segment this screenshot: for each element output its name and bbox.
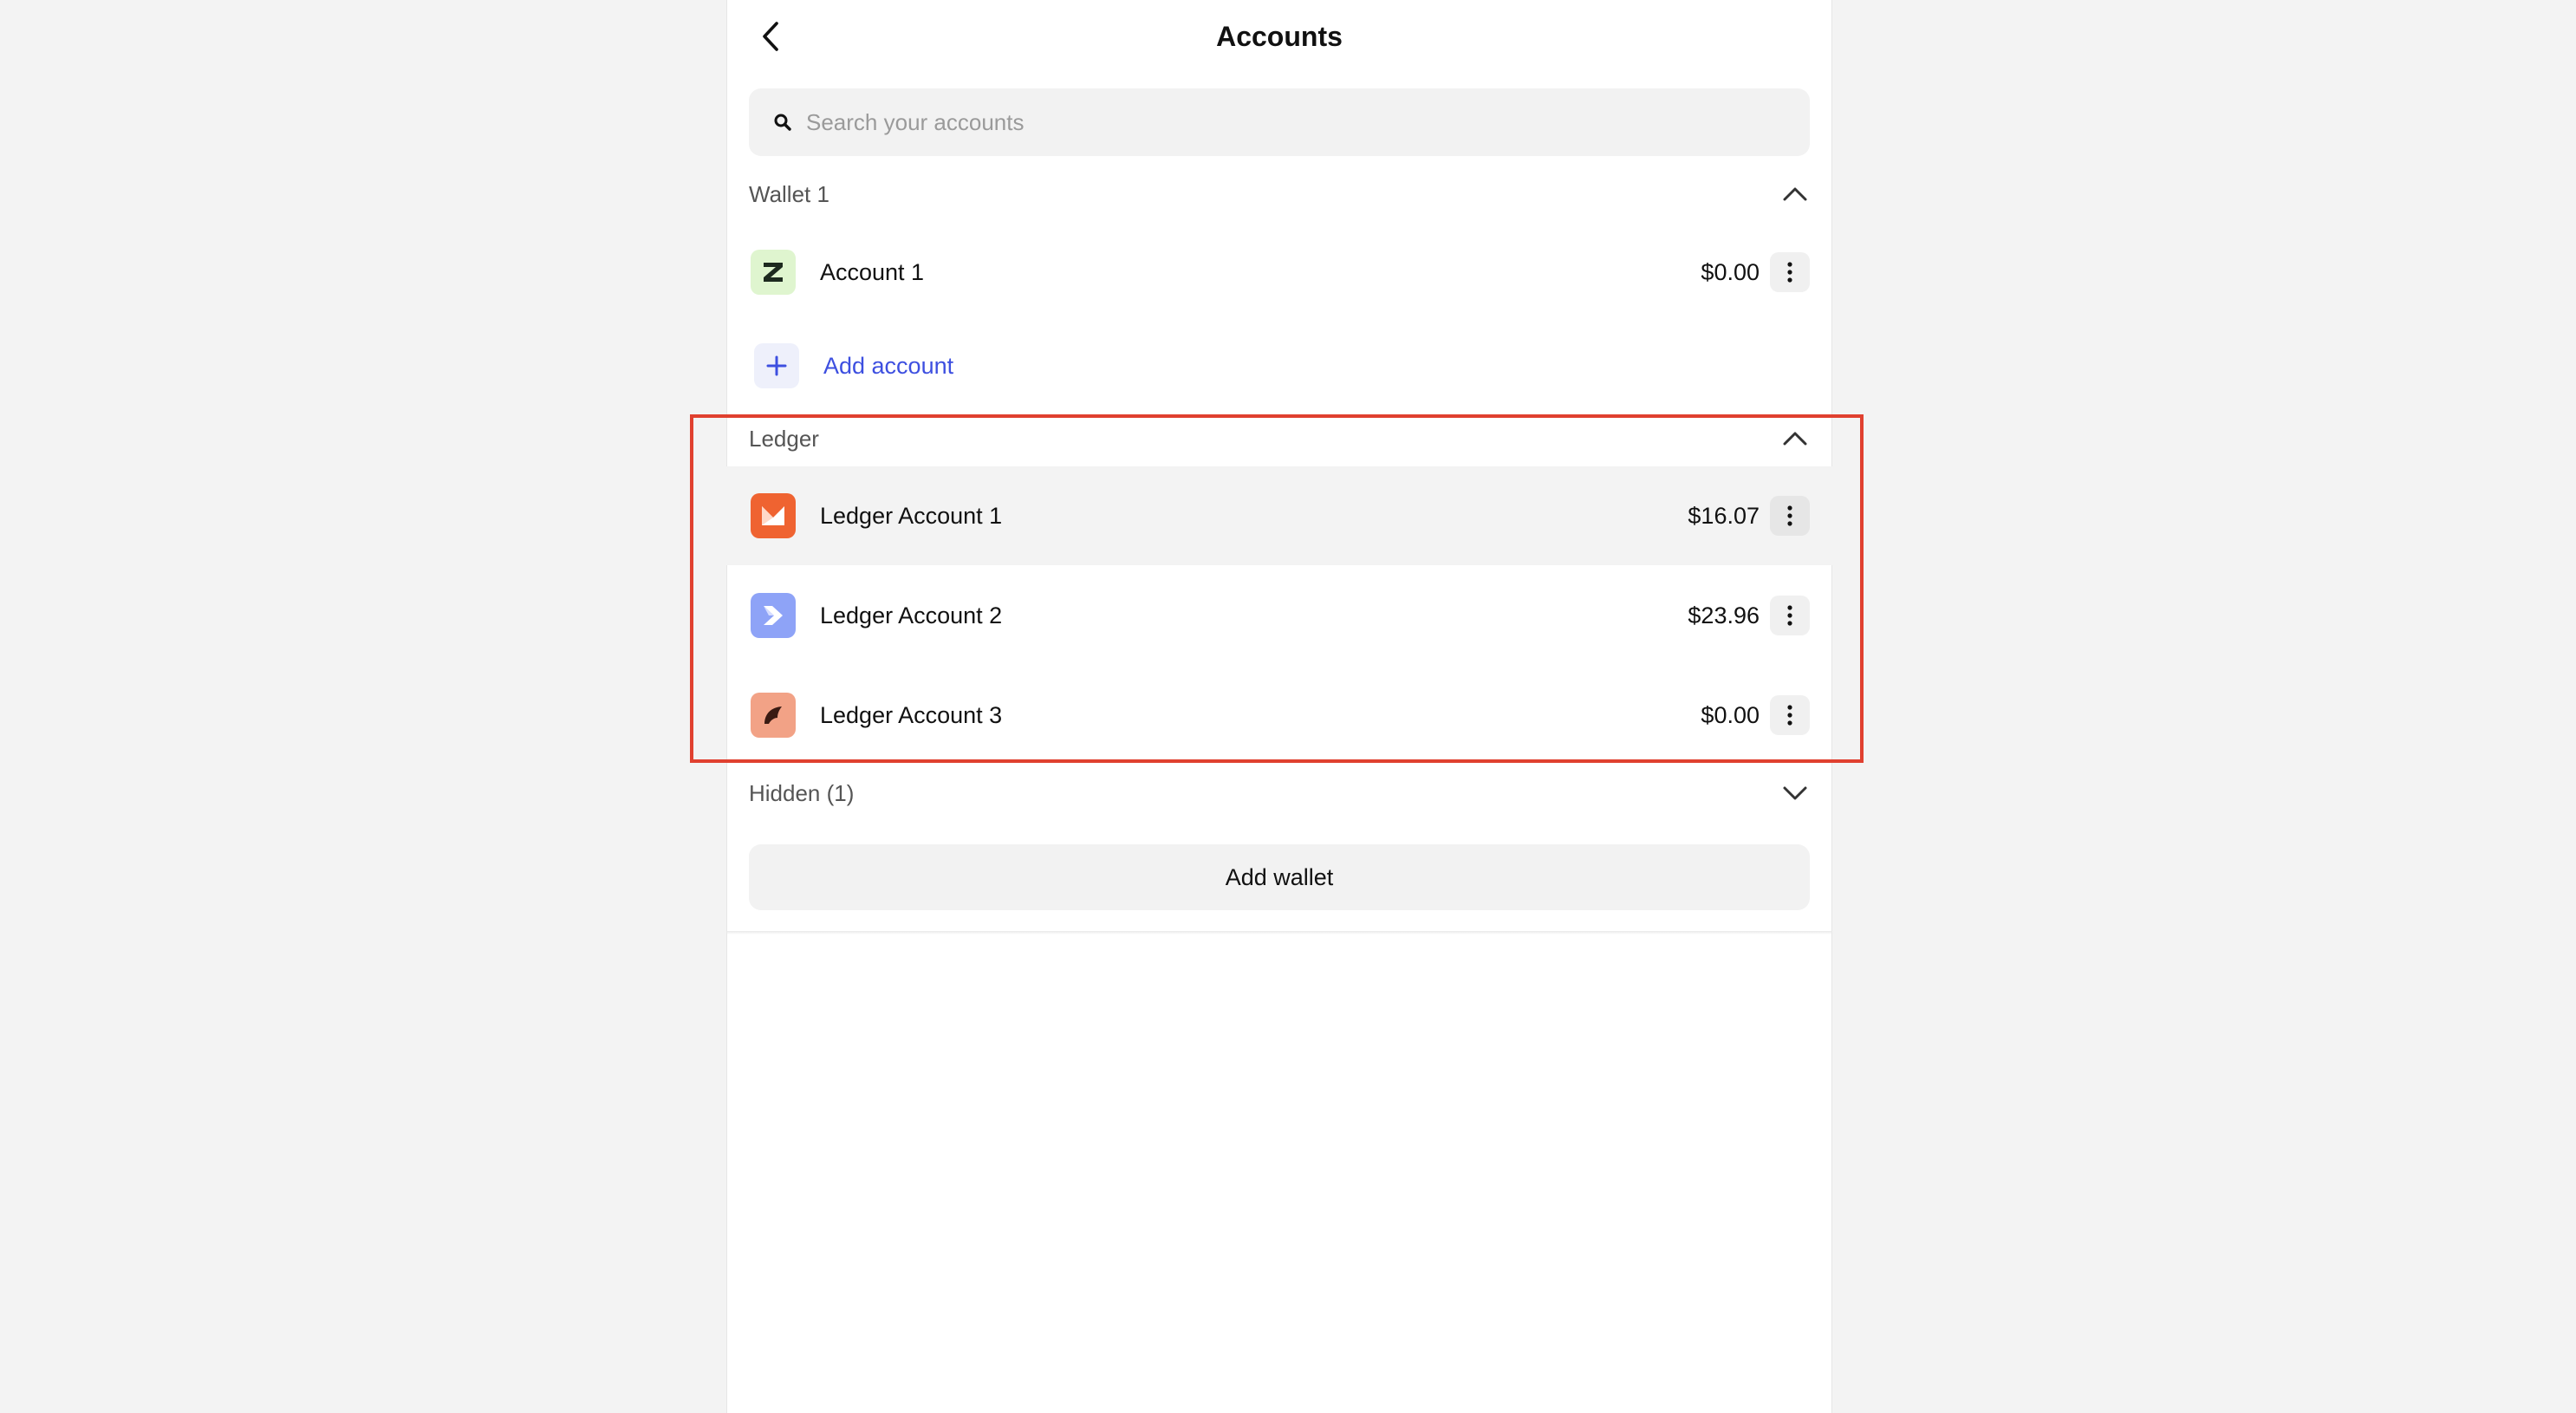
account-balance: $0.00 bbox=[1701, 258, 1760, 285]
kebab-menu-icon bbox=[1787, 505, 1792, 526]
chevron-down-icon[interactable] bbox=[1780, 778, 1810, 808]
search-input[interactable] bbox=[806, 108, 1760, 136]
account-row-ledger-account-1[interactable]: Ledger Account 1 $16.07 bbox=[726, 466, 1832, 565]
orange-m-logo-icon bbox=[751, 493, 796, 538]
section-header-wallet-1[interactable]: Wallet 1 bbox=[749, 173, 1810, 215]
green-z-logo-icon bbox=[751, 250, 796, 295]
more-options-button[interactable] bbox=[1770, 596, 1810, 635]
kebab-menu-icon bbox=[1787, 605, 1792, 626]
section-title: Wallet 1 bbox=[749, 180, 829, 207]
account-balance: $0.00 bbox=[1701, 701, 1760, 728]
more-options-button[interactable] bbox=[1770, 496, 1810, 536]
account-name: Account 1 bbox=[820, 258, 925, 285]
section-header-ledger[interactable]: Ledger bbox=[749, 418, 1810, 459]
section-title: Ledger bbox=[749, 425, 819, 452]
search-icon bbox=[773, 112, 794, 133]
account-name: Ledger Account 3 bbox=[820, 701, 1003, 728]
section-header-hidden[interactable]: Hidden (1) bbox=[749, 772, 1810, 814]
kebab-menu-icon bbox=[1787, 262, 1792, 283]
content-bottom-shadow bbox=[726, 931, 1832, 934]
search-bar[interactable] bbox=[749, 88, 1810, 156]
account-balance: $23.96 bbox=[1688, 602, 1760, 628]
more-options-button[interactable] bbox=[1770, 695, 1810, 735]
chevron-up-icon[interactable] bbox=[1780, 424, 1810, 453]
account-row-ledger-account-2[interactable]: Ledger Account 2 $23.96 bbox=[726, 566, 1832, 665]
more-options-button[interactable] bbox=[1770, 252, 1810, 292]
coral-leaf-logo-icon bbox=[751, 693, 796, 738]
account-name: Ledger Account 1 bbox=[820, 502, 1003, 529]
add-account-label: Add account bbox=[823, 352, 954, 379]
section-title: Hidden (1) bbox=[749, 779, 855, 806]
kebab-menu-icon bbox=[1787, 705, 1792, 726]
blue-arrow-logo-icon bbox=[751, 593, 796, 638]
account-balance: $16.07 bbox=[1688, 502, 1760, 529]
page-title: Accounts bbox=[1216, 21, 1343, 52]
account-row-account-1[interactable]: Account 1 $0.00 bbox=[726, 223, 1832, 322]
add-account-button[interactable]: Add account bbox=[749, 342, 953, 390]
plus-icon bbox=[754, 343, 799, 388]
add-wallet-button[interactable]: Add wallet bbox=[749, 844, 1810, 910]
account-row-ledger-account-3[interactable]: Ledger Account 3 $0.00 bbox=[726, 666, 1832, 765]
account-name: Ledger Account 2 bbox=[820, 602, 1003, 628]
chevron-up-icon[interactable] bbox=[1780, 179, 1810, 209]
